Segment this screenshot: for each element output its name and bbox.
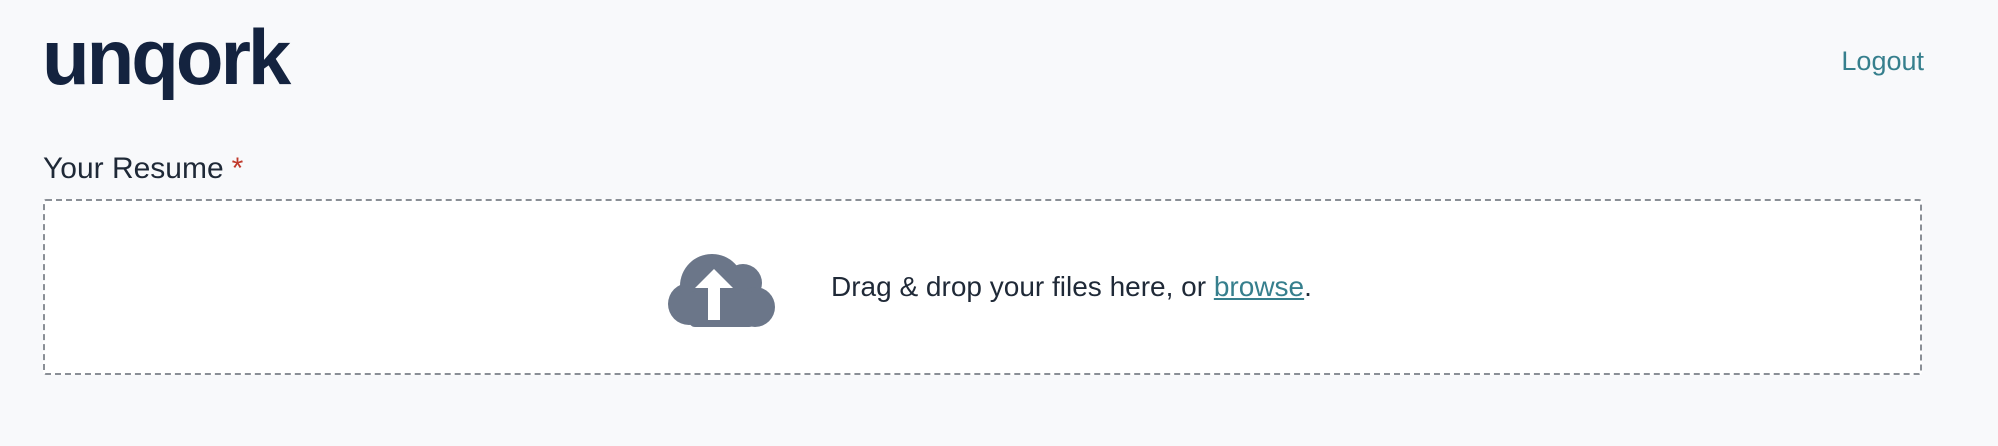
required-marker: * xyxy=(231,152,244,185)
unqork-logo: unqork xyxy=(42,13,291,101)
resume-label-text: Your Resume xyxy=(43,152,224,185)
cloud-upload-icon xyxy=(668,254,775,327)
dropzone-text-end: . xyxy=(1304,271,1312,302)
dropzone-instructions: Drag & drop your files here, or browse. xyxy=(831,271,1312,303)
dropzone-text: Drag & drop your files here, or xyxy=(831,271,1214,302)
resume-dropzone[interactable]: Drag & drop your files here, or browse. xyxy=(43,199,1922,375)
resume-field-label: Your Resume * xyxy=(43,152,243,186)
browse-link[interactable]: browse xyxy=(1214,271,1304,302)
logout-link[interactable]: Logout xyxy=(1841,46,1924,77)
